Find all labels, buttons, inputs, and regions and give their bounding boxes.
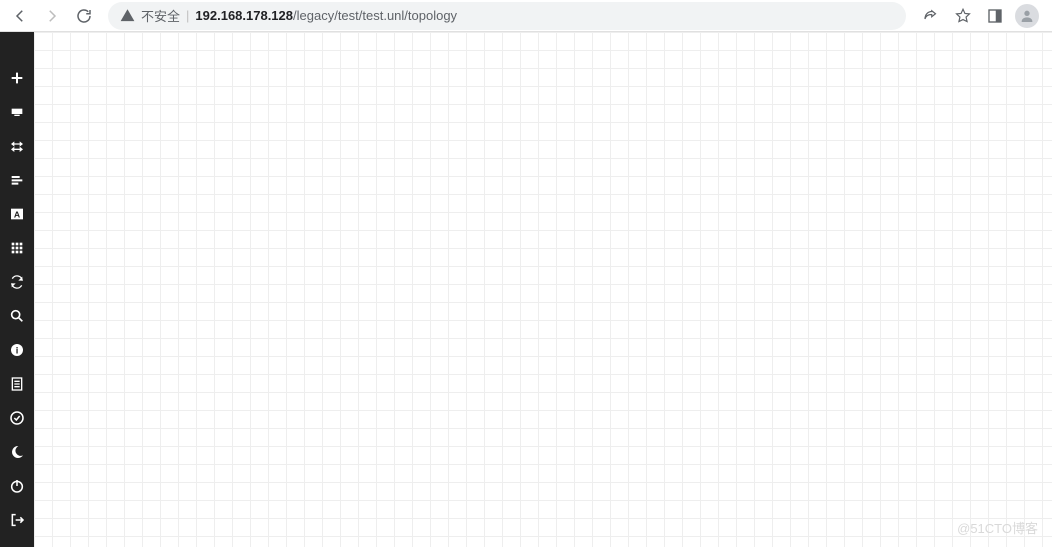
grid-icon: [9, 240, 25, 256]
sidebar-item-status[interactable]: [0, 408, 34, 428]
sidebar-item-networks[interactable]: [0, 136, 34, 156]
text-a-icon: A: [9, 206, 25, 222]
list-icon: [9, 172, 25, 188]
side-panel-button[interactable]: [980, 1, 1010, 31]
svg-text:A: A: [14, 209, 21, 219]
share-icon: [922, 7, 940, 25]
check-circle-icon: [9, 410, 25, 426]
sidebar-item-configs[interactable]: [0, 170, 34, 190]
sidebar-item-text[interactable]: A: [0, 204, 34, 224]
doc-lines-icon: [9, 376, 25, 392]
sidebar-item-grid[interactable]: [0, 238, 34, 258]
logout-icon: [9, 512, 25, 528]
plus-icon: [9, 70, 25, 86]
zoom-icon: [9, 308, 25, 324]
sidebar-item-zoom[interactable]: [0, 306, 34, 326]
info-icon: i: [9, 342, 25, 358]
refresh-icon: [9, 274, 25, 290]
sidebar-item-dark[interactable]: [0, 442, 34, 462]
not-secure-label: 不安全: [141, 6, 180, 25]
app-body: A i @51CTO博客: [0, 32, 1052, 547]
avatar-icon: [1015, 4, 1039, 28]
reload-icon: [75, 7, 93, 25]
panel-icon: [986, 7, 1004, 25]
moon-icon: [9, 444, 25, 460]
url-text: 192.168.178.128/legacy/test/test.unl/top…: [195, 8, 457, 23]
address-bar[interactable]: 不安全 | 192.168.178.128/legacy/test/test.u…: [108, 2, 906, 30]
sidebar-item-info[interactable]: i: [0, 340, 34, 360]
separator: |: [186, 8, 189, 23]
left-sidebar: A i: [0, 32, 34, 547]
topology-canvas[interactable]: @51CTO博客: [34, 32, 1052, 547]
sidebar-item-add[interactable]: [0, 68, 34, 88]
arrow-left-icon: [11, 7, 29, 25]
power-icon: [9, 478, 25, 494]
server-icon: [9, 104, 25, 120]
profile-button[interactable]: [1012, 1, 1042, 31]
arrows-h-icon: [9, 138, 25, 154]
browser-toolbar: 不安全 | 192.168.178.128/legacy/test/test.u…: [0, 0, 1052, 32]
not-secure-icon: [120, 8, 135, 23]
reload-button[interactable]: [70, 2, 98, 30]
sidebar-item-nodes[interactable]: [0, 102, 34, 122]
star-icon: [954, 7, 972, 25]
sidebar-item-refresh[interactable]: [0, 272, 34, 292]
forward-button[interactable]: [38, 2, 66, 30]
svg-text:i: i: [16, 345, 19, 355]
arrow-right-icon: [43, 7, 61, 25]
share-button[interactable]: [916, 1, 946, 31]
back-button[interactable]: [6, 2, 34, 30]
sidebar-item-logout[interactable]: [0, 510, 34, 530]
bookmark-button[interactable]: [948, 1, 978, 31]
watermark: @51CTO博客: [957, 518, 1038, 537]
sidebar-item-logs[interactable]: [0, 374, 34, 394]
sidebar-item-power[interactable]: [0, 476, 34, 496]
